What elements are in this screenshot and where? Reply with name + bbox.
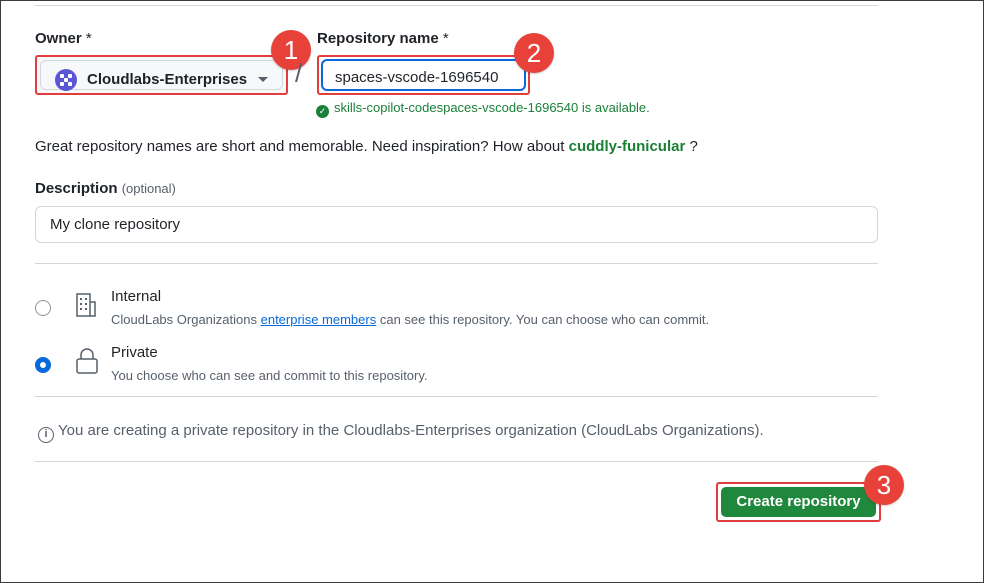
- chevron-down-icon: [258, 77, 268, 82]
- check-circle-icon: ✓: [316, 105, 329, 118]
- owner-label-text: Owner: [35, 30, 82, 47]
- repository-name-label-text: Repository name: [317, 30, 439, 47]
- owner-select[interactable]: Cloudlabs-Enterprises: [40, 60, 283, 91]
- repository-required-mark: *: [442, 30, 449, 47]
- building-icon: [76, 293, 96, 317]
- repository-name-input[interactable]: spaces-vscode-1696540: [321, 59, 526, 91]
- internal-desc-prefix: CloudLabs Organizations: [111, 312, 257, 327]
- callout-badge-1: 1: [271, 30, 311, 70]
- hint-suffix: ?: [689, 138, 698, 155]
- visibility-private-title: Private: [111, 344, 158, 361]
- visibility-private-radio[interactable]: [35, 357, 51, 373]
- owner-highlight: Cloudlabs-Enterprises: [35, 55, 288, 95]
- callout-badge-2: 2: [514, 33, 554, 73]
- callout-badge-3: 3: [864, 465, 904, 505]
- org-avatar-icon: [55, 69, 77, 91]
- availability-text: skills-copilot-codespaces-vscode-1696540…: [334, 100, 650, 115]
- create-repository-button[interactable]: Create repository: [721, 487, 876, 517]
- description-label-text: Description: [35, 180, 118, 197]
- divider: [35, 396, 878, 397]
- info-text: You are creating a private repository in…: [58, 422, 764, 439]
- create-button-highlight: Create repository: [716, 482, 881, 522]
- owner-selected-value: Cloudlabs-Enterprises: [87, 71, 248, 88]
- owner-repo-separator: /: [295, 58, 303, 88]
- enterprise-members-link[interactable]: enterprise members: [261, 312, 377, 327]
- info-icon: i: [38, 427, 54, 443]
- owner-label: Owner *: [35, 30, 92, 47]
- description-optional-tag: (optional): [121, 181, 176, 196]
- visibility-internal-radio[interactable]: [35, 300, 51, 316]
- internal-desc-suffix: can see this repository. You can choose …: [379, 312, 710, 327]
- divider: [35, 461, 878, 462]
- description-label: Description (optional): [35, 180, 176, 197]
- lock-icon: [76, 348, 98, 374]
- top-divider: [35, 5, 878, 6]
- visibility-private-description: You choose who can see and commit to thi…: [111, 368, 428, 383]
- divider: [35, 263, 878, 264]
- owner-required-mark: *: [85, 30, 92, 47]
- name-suggestion-hint: Great repository names are short and mem…: [35, 138, 698, 155]
- hint-text: Great repository names are short and mem…: [35, 138, 565, 155]
- visibility-internal-description: CloudLabs Organizations enterprise membe…: [111, 312, 709, 327]
- description-input[interactable]: [35, 206, 878, 243]
- suggested-name-link[interactable]: cuddly-funicular: [569, 138, 686, 155]
- visibility-internal-title: Internal: [111, 288, 162, 305]
- repository-name-highlight: spaces-vscode-1696540: [317, 55, 530, 95]
- availability-message: ✓ skills-copilot-codespaces-vscode-169654…: [316, 100, 650, 118]
- private-repo-info: i You are creating a private repository i…: [38, 422, 764, 443]
- repository-name-label: Repository name *: [317, 30, 449, 47]
- repository-name-value: spaces-vscode-1696540: [335, 69, 499, 86]
